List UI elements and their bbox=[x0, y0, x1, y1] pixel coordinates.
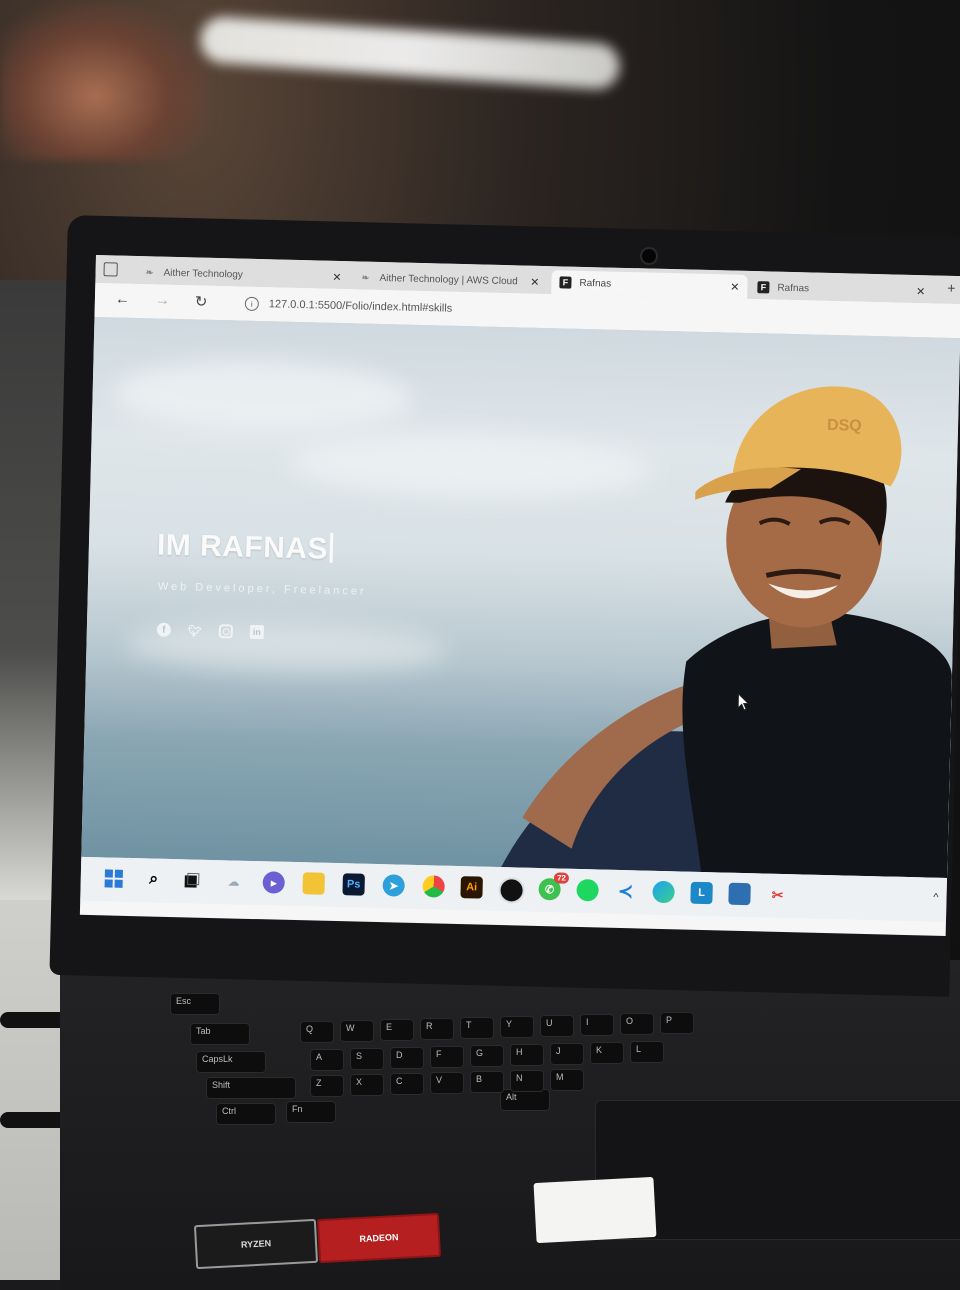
key-r[interactable]: R bbox=[420, 1018, 454, 1040]
key-esc[interactable]: Esc bbox=[170, 993, 220, 1015]
key-i[interactable]: I bbox=[580, 1014, 614, 1036]
facebook-icon[interactable]: f bbox=[156, 622, 172, 637]
app-icon[interactable] bbox=[498, 877, 525, 904]
cap-logo-text: DSQ bbox=[827, 417, 862, 435]
vscode-icon[interactable]: ≺ bbox=[614, 880, 637, 903]
key-y[interactable]: Y bbox=[500, 1016, 534, 1038]
tab-title: Aither Technology bbox=[163, 267, 244, 281]
photos-icon[interactable] bbox=[728, 882, 751, 906]
tab-title: Rafnas bbox=[777, 282, 810, 294]
hero-title-text: IM RAFNAS bbox=[156, 528, 329, 566]
key-t[interactable]: T bbox=[460, 1017, 494, 1039]
key-m[interactable]: M bbox=[550, 1069, 584, 1091]
tab-title: Aither Technology | AWS Cloud bbox=[379, 272, 518, 287]
key-u[interactable]: U bbox=[540, 1015, 574, 1037]
typing-caret bbox=[329, 532, 334, 563]
forward-icon[interactable]: → bbox=[155, 291, 170, 308]
close-icon[interactable]: ✕ bbox=[530, 275, 540, 288]
task-view-icon[interactable] bbox=[180, 869, 203, 892]
file-explorer-icon[interactable] bbox=[302, 872, 325, 895]
key-j[interactable]: J bbox=[550, 1043, 584, 1065]
key-ctrl[interactable]: Ctrl bbox=[216, 1103, 276, 1125]
whatsapp-icon[interactable]: ✆ 72 bbox=[538, 872, 570, 901]
social-links: f 🐦︎ in bbox=[156, 622, 265, 640]
tab-title: Rafnas bbox=[579, 277, 612, 290]
close-icon[interactable]: ✕ bbox=[730, 280, 740, 293]
f-logo-icon: F bbox=[559, 276, 572, 289]
tray-chevron-icon[interactable]: ^ bbox=[933, 892, 938, 904]
ryzen-sticker: RYZEN bbox=[193, 1218, 319, 1270]
key-e[interactable]: E bbox=[380, 1019, 414, 1041]
chrome-icon[interactable] bbox=[422, 875, 445, 898]
laptop-screen: ❧ Aither Technology ✕ ❧ Aither Technolog… bbox=[79, 255, 960, 936]
key-fn[interactable]: Fn bbox=[286, 1101, 336, 1123]
key-b[interactable]: B bbox=[470, 1071, 504, 1093]
key-n[interactable]: N bbox=[510, 1070, 544, 1092]
key-v[interactable]: V bbox=[430, 1072, 464, 1094]
key-p[interactable]: P bbox=[660, 1012, 694, 1034]
linkedin-icon[interactable]: in bbox=[249, 624, 265, 640]
key-tab[interactable]: Tab bbox=[190, 1023, 250, 1045]
person-photo: DSQ bbox=[501, 386, 952, 878]
key-z[interactable]: Z bbox=[310, 1075, 344, 1097]
weather-icon[interactable]: ☁ bbox=[222, 870, 245, 893]
hero-subtitle: Web Developer, Freelancer bbox=[157, 580, 367, 598]
f-logo-icon: F bbox=[757, 281, 770, 294]
key-k[interactable]: K bbox=[590, 1042, 624, 1064]
spotify-icon[interactable] bbox=[576, 878, 599, 902]
instagram-icon[interactable] bbox=[218, 624, 234, 639]
blurred-person-background bbox=[0, 0, 210, 160]
key-q[interactable]: Q bbox=[300, 1021, 334, 1043]
notification-badge: 72 bbox=[553, 872, 570, 884]
info-icon[interactable]: i bbox=[244, 296, 260, 311]
key-alt[interactable]: Alt bbox=[500, 1089, 550, 1111]
key-x[interactable]: X bbox=[350, 1074, 384, 1096]
key-d[interactable]: D bbox=[390, 1047, 424, 1069]
new-tab-icon[interactable]: + bbox=[947, 280, 956, 296]
key-o[interactable]: O bbox=[620, 1013, 654, 1035]
energy-label-sticker bbox=[533, 1176, 657, 1244]
hero-title: IM RAFNAS bbox=[157, 529, 334, 567]
radeon-sticker: RADEON bbox=[316, 1212, 442, 1264]
back-icon[interactable]: ← bbox=[115, 290, 130, 307]
url-text: 127.0.0.1:5500/Folio/index.html#skills bbox=[268, 298, 453, 315]
snipping-tool-icon[interactable]: ✂ bbox=[766, 884, 789, 907]
key-shift[interactable]: Shift bbox=[206, 1077, 296, 1099]
key-f[interactable]: F bbox=[430, 1046, 464, 1068]
search-icon[interactable]: ⌕ bbox=[142, 868, 165, 891]
leaf-icon: ❧ bbox=[361, 272, 370, 283]
edge-icon[interactable] bbox=[652, 880, 675, 904]
reload-icon[interactable]: ↻ bbox=[195, 292, 208, 310]
photoshop-icon[interactable]: Ps bbox=[342, 873, 365, 896]
leaf-icon: ❧ bbox=[145, 266, 154, 277]
mouse-cursor-icon bbox=[737, 692, 750, 711]
key-s[interactable]: S bbox=[350, 1048, 384, 1070]
key-a[interactable]: A bbox=[310, 1049, 344, 1071]
webcam bbox=[640, 247, 658, 265]
twitter-icon[interactable]: 🐦︎ bbox=[188, 623, 202, 637]
launcher-icon[interactable]: L bbox=[690, 881, 713, 905]
tab-actions-icon[interactable] bbox=[103, 262, 118, 277]
windows-start-icon[interactable] bbox=[103, 867, 126, 890]
close-icon[interactable]: ✕ bbox=[916, 285, 926, 298]
illustrator-icon[interactable]: Ai bbox=[460, 876, 483, 899]
close-icon[interactable]: ✕ bbox=[332, 270, 342, 283]
key-g[interactable]: G bbox=[470, 1045, 504, 1067]
key-c[interactable]: C bbox=[390, 1073, 424, 1095]
telegram-icon[interactable]: ➤ bbox=[382, 874, 405, 897]
teams-chat-icon[interactable]: ▸ bbox=[262, 871, 285, 894]
key-w[interactable]: W bbox=[340, 1020, 374, 1042]
cloud bbox=[111, 357, 414, 435]
key-h[interactable]: H bbox=[510, 1044, 544, 1066]
key-l[interactable]: L bbox=[630, 1041, 664, 1063]
hero-section: DSQ IM RAFNAS Web Developer, Freelancer … bbox=[81, 316, 960, 878]
key-capslock[interactable]: CapsLk bbox=[196, 1051, 266, 1073]
